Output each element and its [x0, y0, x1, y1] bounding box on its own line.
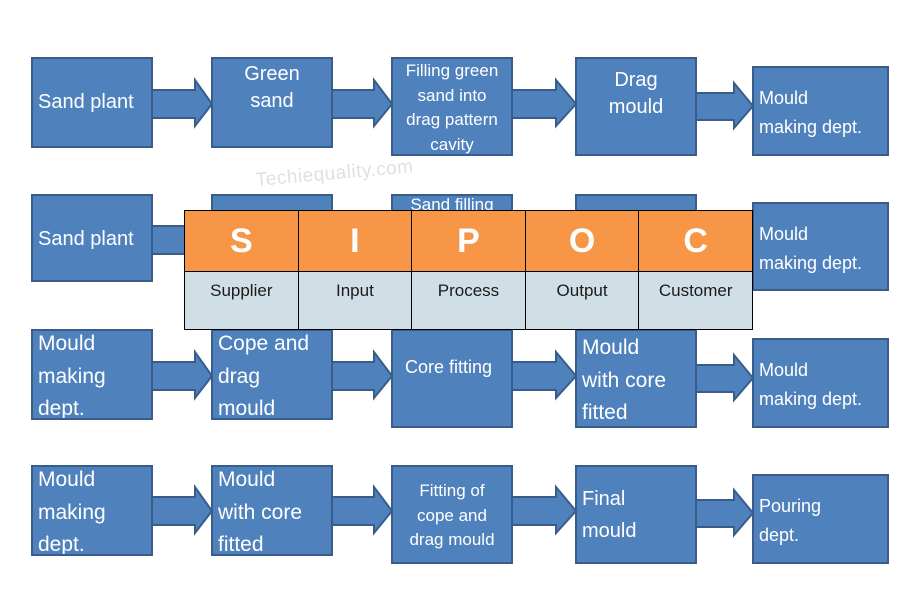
step-mould-with-core-fitted: Mould with core fitted	[575, 329, 697, 428]
step-label: Drag mould	[608, 69, 664, 118]
step-mould-making-dept: Mould making dept.	[752, 66, 889, 156]
sipoc-word-process: Process	[411, 271, 526, 330]
step-sand-plant: Sand plant	[31, 57, 153, 148]
step-cope-and-drag-mould: Cope and drag mould	[211, 329, 333, 420]
sipoc-letter-i: I	[297, 210, 413, 272]
step-core-fitting: Core fitting	[391, 329, 513, 428]
arrow-r1-1	[151, 76, 214, 129]
arrow-r3-2	[331, 349, 394, 401]
sipoc-words-row: Supplier Input Process Output Customer	[184, 271, 753, 330]
arrow-r1-4	[695, 80, 755, 131]
step-label: Mould making dept.	[38, 468, 106, 556]
step-mould-with-core-fitted: Mould with core fitted	[211, 465, 333, 556]
step-label: Mould making dept.	[759, 88, 863, 137]
step-fitting-of-cope-and-drag-mould: Fitting of cope and drag mould	[391, 465, 513, 564]
step-label: Mould with core fitted	[582, 336, 667, 425]
sipoc-word-input: Input	[297, 271, 413, 330]
step-label: Mould making dept.	[38, 332, 106, 420]
step-mould-making-dept: Mould making dept.	[31, 465, 153, 556]
arrow-r1-3	[511, 77, 578, 129]
step-label: Sand plant	[38, 91, 134, 113]
step-sand-plant: Sand plant	[31, 194, 153, 282]
sipoc-word-supplier: Supplier	[184, 271, 299, 330]
sipoc-word-customer: Customer	[638, 271, 753, 330]
step-pouring-dept: Pouring dept.	[752, 474, 889, 564]
step-label: Mould making dept.	[759, 360, 863, 409]
step-label: Filling green sand into drag pattern cav…	[405, 61, 499, 154]
step-mould-making-dept: Mould making dept.	[31, 329, 153, 420]
arrow-r3-4	[695, 352, 755, 403]
sipoc-letter-p: P	[411, 210, 526, 272]
arrow-r3-1	[151, 348, 214, 401]
sipoc-table: S I P O C Supplier Input Process Output …	[184, 210, 753, 330]
step-mould-making-dept: Mould making dept.	[752, 202, 889, 291]
arrow-r3-3	[511, 349, 578, 401]
step-drag-mould: Drag mould	[575, 57, 697, 156]
step-label: Pouring dept.	[759, 496, 822, 545]
step-label: Fitting of cope and drag mould	[409, 481, 495, 550]
step-label: Final mould	[582, 488, 637, 542]
arrow-r1-2	[331, 77, 394, 129]
step-label: Sand plant	[38, 228, 134, 250]
step-final-mould: Final mould	[575, 465, 697, 564]
sipoc-letters-row: S I P O C	[184, 210, 753, 272]
sipoc-letter-s: S	[184, 210, 299, 272]
arrow-r4-4	[695, 487, 755, 538]
sipoc-letter-o: O	[524, 210, 640, 272]
step-label: Green sand	[244, 63, 300, 112]
step-label: Core fitting	[405, 357, 493, 377]
step-label: Mould making dept.	[759, 224, 863, 273]
arrow-r4-2	[331, 484, 394, 536]
sipoc-word-output: Output	[524, 271, 640, 330]
arrow-r4-1	[151, 483, 214, 536]
step-green-sand: Green sand	[211, 57, 333, 148]
arrow-r4-3	[511, 484, 578, 536]
sipoc-letter-c: C	[638, 210, 753, 272]
step-mould-making-dept: Mould making dept.	[752, 338, 889, 428]
step-filling-green-sand: Filling green sand into drag pattern cav…	[391, 57, 513, 156]
step-label: Mould with core fitted	[218, 468, 303, 556]
step-label: Cope and drag mould	[218, 332, 310, 420]
